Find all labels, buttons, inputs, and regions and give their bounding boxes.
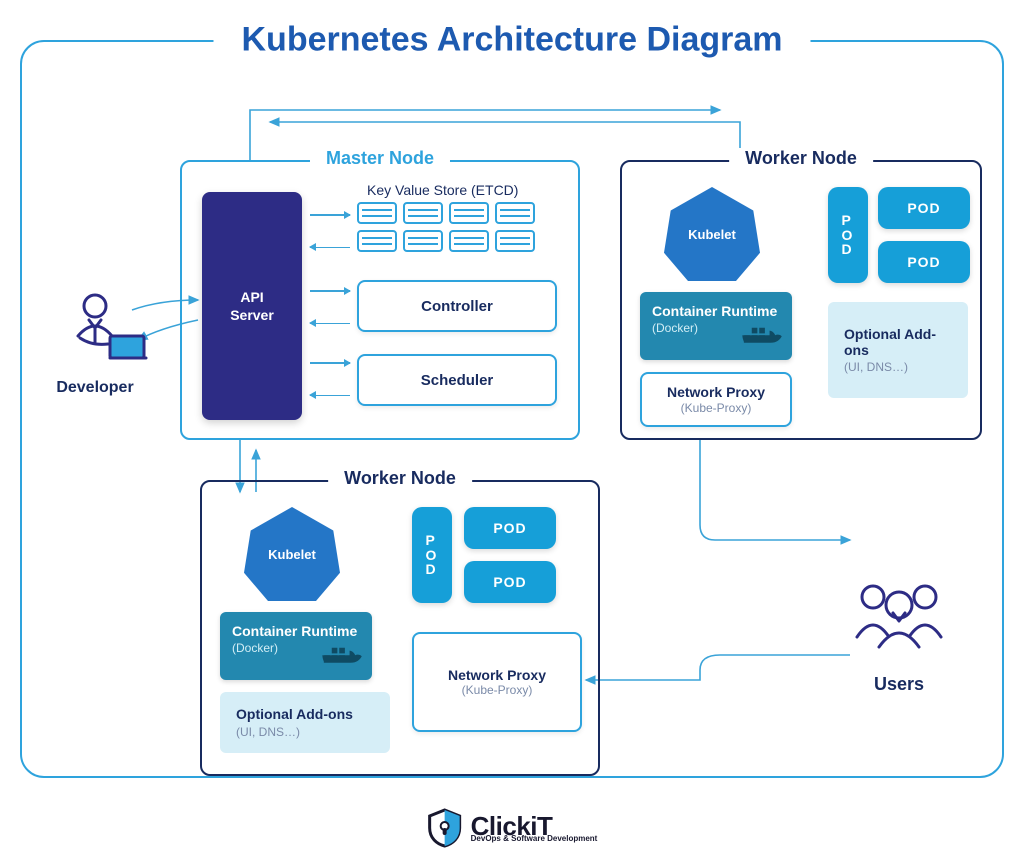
- container-runtime-box: Container Runtime (Docker): [640, 292, 792, 360]
- controller-label: Controller: [421, 298, 493, 315]
- scheduler-label: Scheduler: [421, 372, 494, 389]
- bi-arrow-icon: [310, 362, 350, 396]
- kubelet-heptagon: Kubelet: [244, 507, 340, 601]
- kubelet-heptagon: Kubelet: [664, 187, 760, 281]
- worker-node-label: Worker Node: [328, 468, 472, 489]
- etcd-store: [357, 202, 535, 252]
- etcd-cell-icon: [403, 202, 443, 224]
- pod-box: POD: [878, 187, 970, 229]
- kubelet-label: Kubelet: [688, 227, 736, 242]
- etcd-cell-icon: [357, 202, 397, 224]
- etcd-cell-icon: [357, 230, 397, 252]
- diagram-title: Kubernetes Architecture Diagram: [241, 21, 782, 60]
- optional-addons-title: Optional Add-ons: [236, 706, 374, 722]
- network-proxy-title: Network Proxy: [654, 384, 778, 400]
- api-server-label: API Server: [230, 288, 274, 324]
- optional-addons-sub: (UI, DNS…): [844, 360, 952, 374]
- etcd-label: Key Value Store (ETCD): [367, 182, 518, 198]
- kubelet-label: Kubelet: [268, 547, 316, 562]
- optional-addons-title: Optional Add-ons: [844, 326, 952, 358]
- master-node-label: Master Node: [310, 148, 450, 169]
- container-runtime-box: Container Runtime (Docker): [220, 612, 372, 680]
- etcd-cell-icon: [495, 202, 535, 224]
- scheduler-box: Scheduler: [357, 354, 557, 406]
- users-icon: [839, 575, 959, 665]
- network-proxy-title: Network Proxy: [426, 667, 568, 683]
- pod-label: POD: [493, 520, 526, 536]
- bi-arrow-icon: [310, 214, 350, 248]
- developer: Developer: [30, 290, 160, 397]
- api-server: API Server: [202, 192, 302, 420]
- users-label: Users: [834, 674, 964, 695]
- master-node: Master Node API Server Key Value Store (…: [180, 160, 580, 440]
- optional-addons-box: Optional Add-ons (UI, DNS…): [828, 302, 968, 398]
- container-runtime-sub: (Docker): [232, 641, 278, 655]
- docker-icon: [320, 644, 366, 674]
- etcd-cell-icon: [403, 230, 443, 252]
- network-proxy-sub: (Kube-Proxy): [426, 683, 568, 697]
- clickit-logo: ClickiT DevOps & Software Development: [419, 808, 606, 848]
- logo-tagline: DevOps & Software Development: [471, 835, 598, 843]
- shield-icon: [427, 808, 463, 848]
- developer-icon: [40, 290, 150, 370]
- diagram-title-wrap: Kubernetes Architecture Diagram: [213, 21, 810, 60]
- pod-vertical: POD: [412, 507, 452, 603]
- bi-arrow-icon: [310, 290, 350, 324]
- pod-label: POD: [493, 574, 526, 590]
- controller-box: Controller: [357, 280, 557, 332]
- pod-label: POD: [907, 200, 940, 216]
- container-runtime-title: Container Runtime: [652, 302, 780, 320]
- worker-node-2: Worker Node Kubelet Container Runtime (D…: [200, 480, 600, 776]
- network-proxy-box: Network Proxy (Kube-Proxy): [640, 372, 792, 427]
- pod-vertical: POD: [828, 187, 868, 283]
- container-runtime-sub: (Docker): [652, 321, 698, 335]
- pod-box: POD: [464, 561, 556, 603]
- container-runtime-title: Container Runtime: [232, 622, 360, 640]
- developer-label: Developer: [30, 379, 160, 397]
- etcd-cell-icon: [449, 202, 489, 224]
- etcd-cell-icon: [495, 230, 535, 252]
- network-proxy-box: Network Proxy (Kube-Proxy): [412, 632, 582, 732]
- docker-icon: [740, 324, 786, 354]
- pod-label: POD: [907, 254, 940, 270]
- pod-box: POD: [878, 241, 970, 283]
- worker-node-1: Worker Node Kubelet Container Runtime (D…: [620, 160, 982, 440]
- optional-addons-sub: (UI, DNS…): [236, 725, 300, 739]
- network-proxy-sub: (Kube-Proxy): [681, 401, 752, 415]
- pod-box: POD: [464, 507, 556, 549]
- etcd-cell-icon: [449, 230, 489, 252]
- worker-node-label: Worker Node: [729, 148, 873, 169]
- optional-addons-box: Optional Add-ons (UI, DNS…): [220, 692, 390, 753]
- users: Users: [834, 575, 964, 695]
